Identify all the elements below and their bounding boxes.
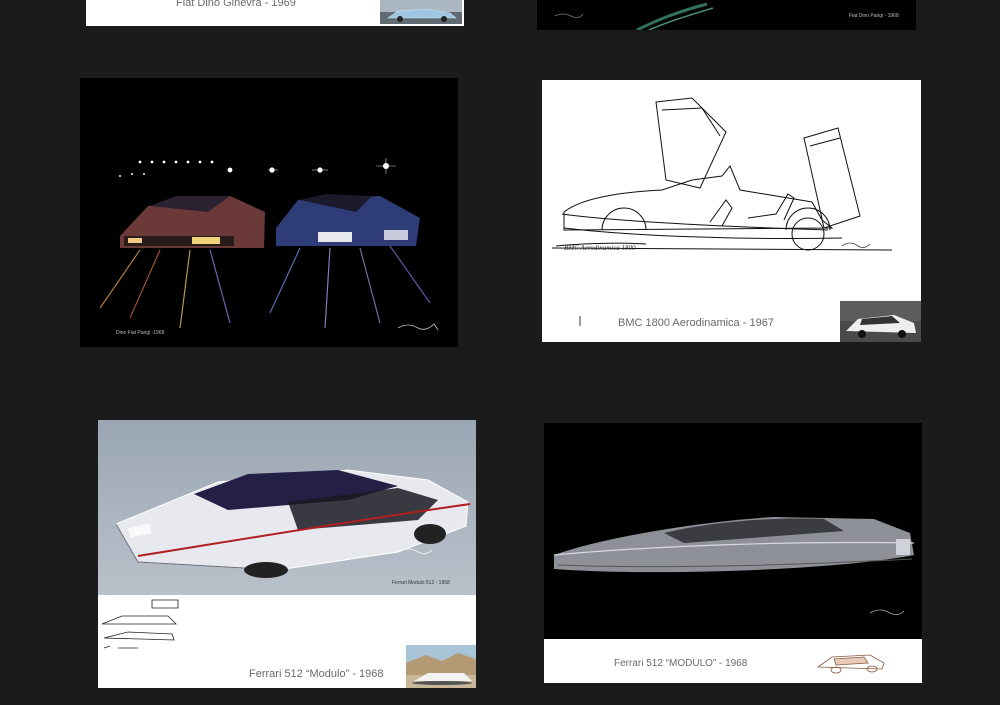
sketch-note-ferrari-modulo: Ferrari Modulo 512 - 1968 (392, 580, 450, 586)
card-ferrari-512-modulo-dark[interactable]: Ferrari 512 “MODULO” - 1968 (544, 423, 922, 683)
svg-text:BMC Aerodinamica 1800: BMC Aerodinamica 1800 (564, 244, 636, 252)
card-fiat-dino-parigi[interactable]: Fiat Dino Parigi - 1968 (537, 0, 916, 30)
caption-ferrari-512-modulo-color: Ferrari 512 “Modulo” - 1968 (249, 668, 384, 680)
caption-bmc-1800-aerodinamica: BMC 1800 Aerodinamica - 1967 (618, 317, 774, 329)
card-fiat-dino-ginevra[interactable]: Fiat Dino Ginevra - 1969 (86, 0, 464, 26)
card-dino-fiat-parigi[interactable]: Dino Fiat Parigi -1968 (80, 78, 458, 347)
caption-fiat-dino-ginevra: Fiat Dino Ginevra - 1969 (176, 0, 296, 9)
thumbnail-ferrari-512-modulo (406, 645, 476, 688)
card-bmc-1800-aerodinamica[interactable]: BMC Aerodinamica 1800 BMC 1800 Aerodinam… (542, 80, 921, 342)
caption-fiat-dino-parigi: Fiat Dino Parigi - 1968 (849, 13, 899, 19)
render-ferrari-512-modulo-side (544, 423, 922, 639)
thumbnail-bmc-1800 (840, 301, 921, 342)
render-ferrari-512-modulo: Ferrari Modulo 512 - 1968 (98, 420, 476, 595)
caption-dino-fiat-parigi: Dino Fiat Parigi -1968 (116, 330, 165, 336)
caption-ferrari-512-modulo-dark: Ferrari 512 “MODULO” - 1968 (614, 658, 748, 669)
sketch-ferrari-512-thumbnail (816, 654, 885, 674)
card-ferrari-512-modulo-color[interactable]: Ferrari Modulo 512 - 1968 Ferrari 512 “M… (98, 420, 476, 688)
thumbnail-fiat-dino-ginevra (380, 0, 462, 24)
sketch-ferrari-512-views (101, 599, 179, 649)
sketch-dino-fiat-parigi (99, 158, 439, 331)
